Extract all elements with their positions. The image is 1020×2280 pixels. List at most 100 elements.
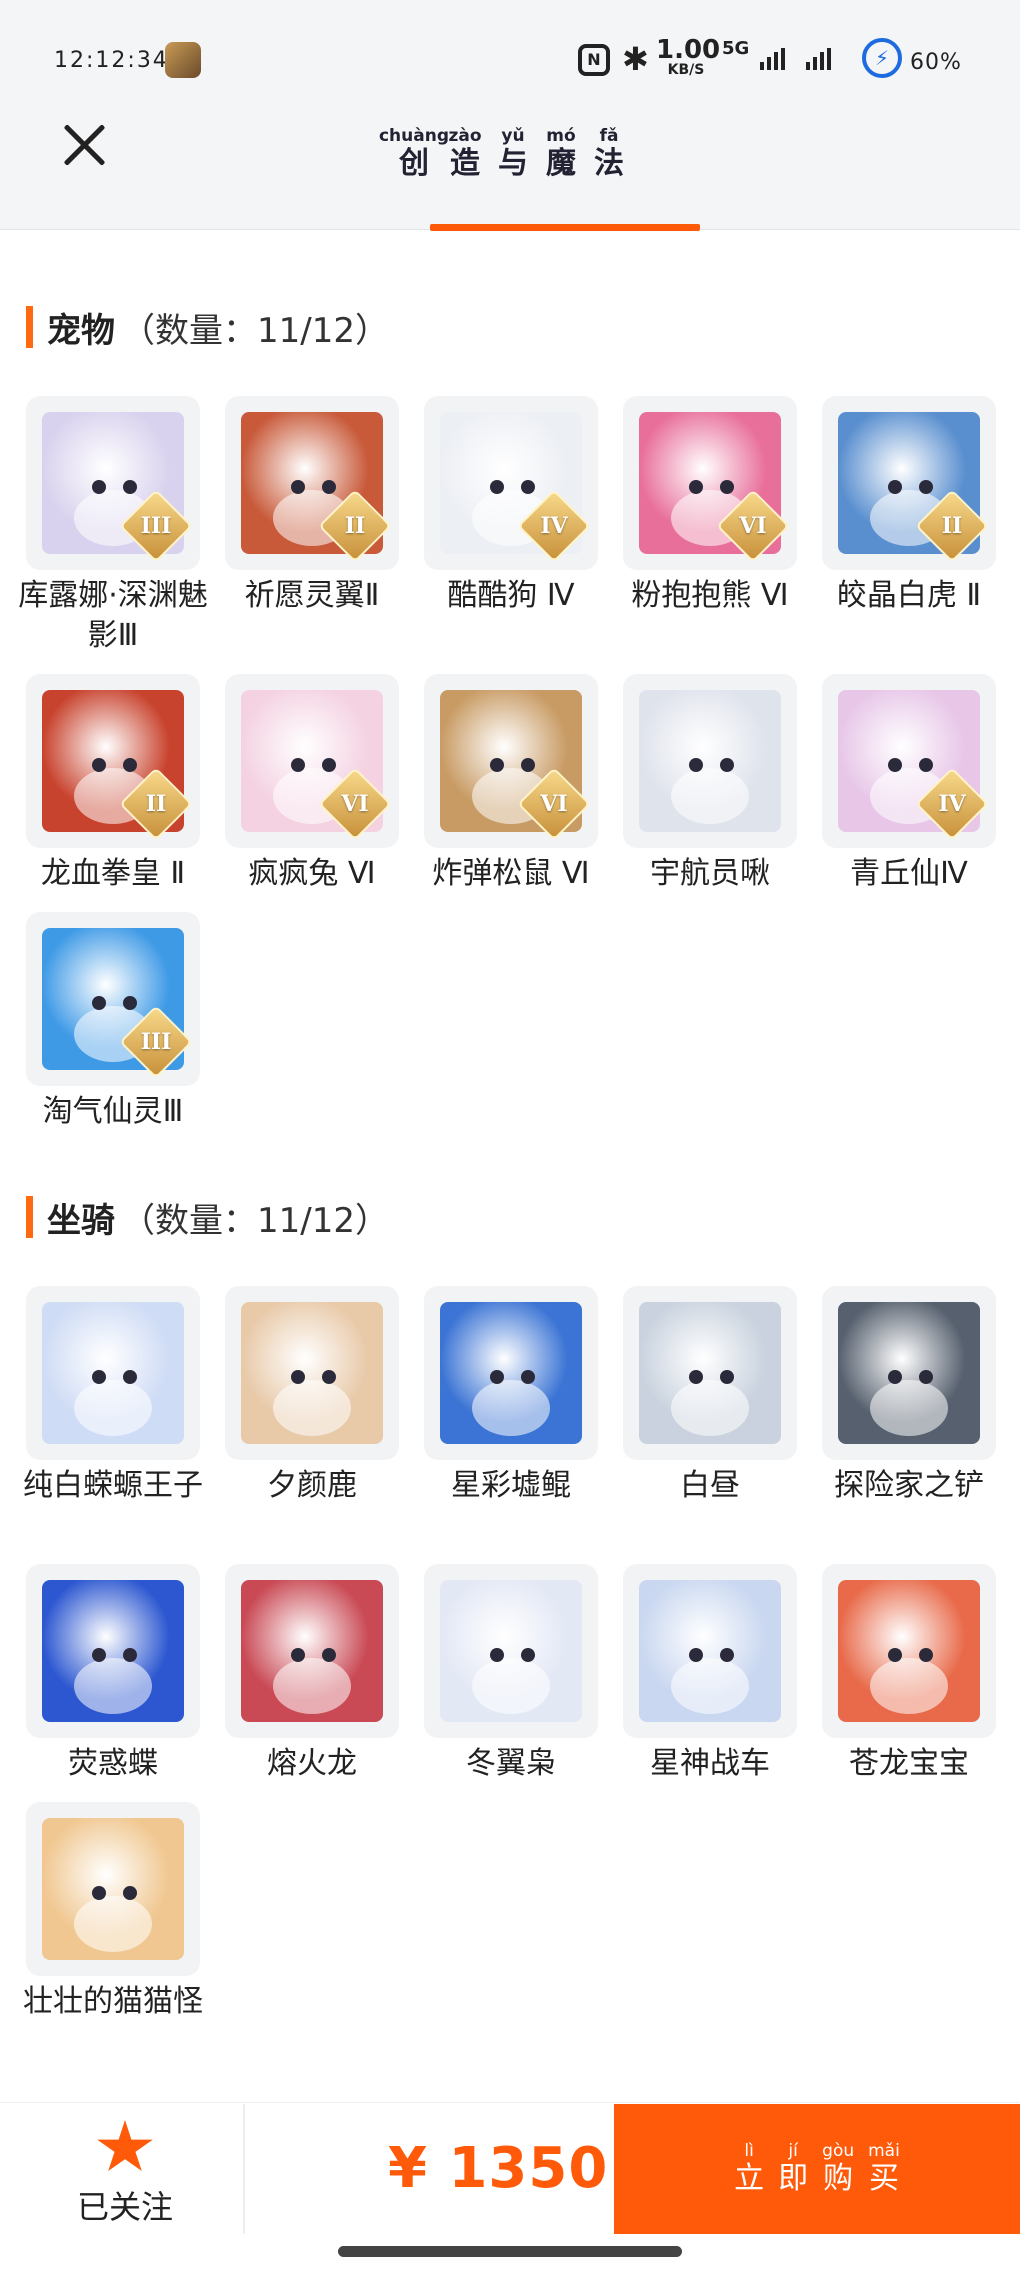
tier-badge-text: IV <box>938 791 966 817</box>
item-artwork-eye <box>490 1647 505 1662</box>
item-card[interactable]: 夕颜鹿 <box>225 1286 399 1506</box>
item-artwork-eye <box>291 757 306 772</box>
item-name: 淘气仙灵Ⅲ <box>42 1094 184 1129</box>
item-artwork-eye <box>123 479 138 494</box>
ruby-char: jí 即 <box>778 2141 808 2197</box>
tier-badge-text: VI <box>540 791 568 817</box>
item-name: 白昼 <box>680 1468 740 1503</box>
item-card[interactable]: VI 炸弹松鼠 Ⅵ <box>424 674 598 894</box>
item-card[interactable]: IV 青丘仙Ⅳ <box>822 674 996 894</box>
pinyin: gòu <box>822 2141 855 2161</box>
item-card[interactable]: 冬翼枭 <box>424 1564 598 1784</box>
section-count: （数量：11/12） <box>121 310 389 351</box>
star-icon <box>97 2120 153 2171</box>
item-card[interactable]: 白昼 <box>623 1286 797 1506</box>
item-name: 祈愿灵翼Ⅱ <box>244 578 380 613</box>
tier-badge-text: VI <box>739 513 767 539</box>
section-title: 坐骑 <box>47 1200 115 1241</box>
item-name: 探险家之铲 <box>834 1468 984 1503</box>
tier-badge-text: II <box>941 513 963 539</box>
tier-badge-text: IV <box>540 513 568 539</box>
item-artwork-eye <box>92 1369 107 1384</box>
active-tab-indicator <box>430 224 700 231</box>
item-thumbnail: VI <box>424 674 598 848</box>
item-artwork-eye <box>92 995 107 1010</box>
tier-badge-text: II <box>344 513 366 539</box>
tier-badge-text: III <box>140 513 172 539</box>
item-card[interactable]: 荧惑蝶 <box>26 1564 200 1784</box>
item-artwork-eye <box>689 1647 704 1662</box>
item-card[interactable]: IV 酷酷狗 Ⅳ <box>424 396 598 616</box>
ruby-char: yǔ 与 <box>492 126 534 182</box>
item-card[interactable]: VI 粉抱抱熊 Ⅵ <box>623 396 797 616</box>
item-name: 纯白蝾螈王子 <box>23 1468 203 1503</box>
item-card[interactable]: 星神战车 <box>623 1564 797 1784</box>
buy-now-button[interactable]: lì 立 jí 即 gòu 购 mǎi 买 <box>614 2104 1020 2234</box>
item-artwork-face <box>273 1379 351 1436</box>
item-artwork-eye <box>490 479 505 494</box>
item-artwork-eye <box>919 479 934 494</box>
item-thumbnail <box>623 674 797 848</box>
item-card[interactable]: 熔火龙 <box>225 1564 399 1784</box>
section-accent-bar <box>26 1196 33 1238</box>
item-artwork-eye <box>689 757 704 772</box>
item-card[interactable]: 宇航员啾 <box>623 674 797 894</box>
item-name: 熔火龙 <box>267 1746 357 1781</box>
status-time: 12:12:34 <box>54 48 169 73</box>
item-thumbnail: II <box>822 396 996 570</box>
item-card[interactable]: II 祈愿灵翼Ⅱ <box>225 396 399 616</box>
network-type: 5G <box>722 38 750 59</box>
hanzi: 造 <box>450 146 480 181</box>
item-artwork-face <box>671 1379 749 1436</box>
ruby-char: mó 魔 <box>540 126 582 182</box>
item-artwork-eye <box>291 1647 306 1662</box>
pinyin: zào <box>448 126 482 146</box>
hanzi: 立 <box>734 2161 765 2196</box>
home-indicator[interactable] <box>338 2246 682 2257</box>
item-card[interactable]: 探险家之铲 <box>822 1286 996 1506</box>
item-artwork-face <box>472 1657 550 1714</box>
item-name: 青丘仙Ⅳ <box>850 856 968 891</box>
tier-badge-text: II <box>145 791 167 817</box>
follow-label: 已关注 <box>76 2188 173 2226</box>
item-thumbnail: IV <box>424 396 598 570</box>
item-card[interactable]: II 龙血拳皇 Ⅱ <box>26 674 200 894</box>
item-name: 苍龙宝宝 <box>849 1746 969 1781</box>
pinyin: yǔ <box>501 126 525 146</box>
item-artwork-eye <box>92 757 107 772</box>
signal-icon-2 <box>806 48 831 70</box>
item-thumbnail <box>822 1286 996 1460</box>
item-thumbnail <box>424 1286 598 1460</box>
item-name: 壮壮的猫猫怪 <box>23 1984 203 2019</box>
item-artwork-eye <box>521 1369 536 1384</box>
hanzi: 创 <box>399 146 429 181</box>
close-icon[interactable] <box>60 120 110 170</box>
game-app-icon <box>165 42 201 78</box>
item-thumbnail <box>26 1286 200 1460</box>
item-artwork-eye <box>92 1647 107 1662</box>
section-header-pets: 宠物 （数量：11/12） <box>26 304 389 351</box>
item-artwork-eye <box>888 757 903 772</box>
item-artwork-eye <box>322 757 337 772</box>
item-card[interactable]: 苍龙宝宝 <box>822 1564 996 1784</box>
item-thumbnail: VI <box>623 396 797 570</box>
item-card[interactable]: III 淘气仙灵Ⅲ <box>26 912 200 1132</box>
item-name: 荧惑蝶 <box>68 1746 158 1781</box>
item-artwork-eye <box>322 1369 337 1384</box>
item-artwork-eye <box>123 995 138 1010</box>
follow-button[interactable]: 已关注 <box>60 2120 190 2228</box>
item-artwork-eye <box>689 479 704 494</box>
item-card[interactable]: III 库露娜·深渊魅影Ⅲ <box>18 396 208 656</box>
battery-saver-icon: ⚡ <box>862 38 902 78</box>
section-count: （数量：11/12） <box>121 1200 389 1241</box>
item-card[interactable]: II 皎晶白虎 Ⅱ <box>822 396 996 616</box>
item-artwork-eye <box>123 1885 138 1900</box>
item-artwork-eye <box>490 1369 505 1384</box>
item-card[interactable]: 壮壮的猫猫怪 <box>23 1802 203 2022</box>
item-card[interactable]: 星彩墟鲲 <box>424 1286 598 1506</box>
pinyin: mǎi <box>868 2141 900 2161</box>
item-artwork-eye <box>689 1369 704 1384</box>
item-name: 龙血拳皇 Ⅱ <box>40 856 186 891</box>
item-card[interactable]: 纯白蝾螈王子 <box>23 1286 203 1506</box>
item-card[interactable]: VI 疯疯兔 Ⅵ <box>225 674 399 894</box>
